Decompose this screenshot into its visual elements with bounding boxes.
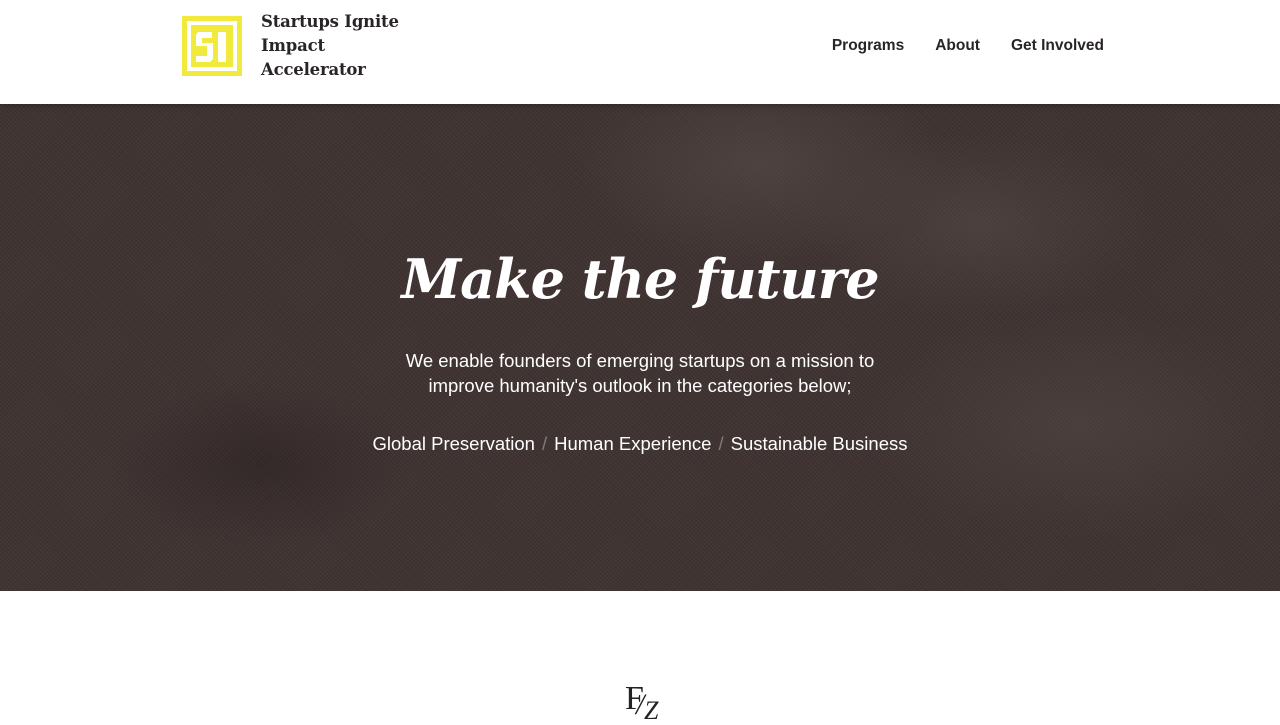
hero-section: Make the future We enable founders of em…: [0, 104, 1280, 591]
category-global-preservation[interactable]: Global Preservation: [373, 431, 535, 457]
site-header: Startups Ignite Impact Accelerator Progr…: [0, 0, 1280, 104]
si-logo-icon: [182, 16, 242, 76]
nav-get-involved[interactable]: Get Involved: [1011, 37, 1104, 55]
category-sustainable-business[interactable]: Sustainable Business: [731, 431, 908, 457]
category-human-experience[interactable]: Human Experience: [554, 431, 711, 457]
hero-description: We enable founders of emerging startups …: [405, 350, 875, 396]
category-links: Global Preservation / Human Experience /…: [0, 431, 1280, 457]
nav-programs[interactable]: Programs: [832, 37, 904, 55]
fz-monogram-logo: F / Z: [620, 680, 662, 724]
hero-title: Make the future: [401, 247, 879, 311]
monogram-letter-z: Z: [644, 696, 659, 725]
brand-name-line1: Startups Ignite: [261, 12, 399, 31]
brand-name: Startups Ignite Impact Accelerator: [261, 10, 431, 82]
main-nav: Programs About Get Involved: [832, 34, 1104, 58]
brand-home-link[interactable]: Startups Ignite Impact Accelerator: [182, 12, 431, 79]
category-separator: /: [718, 433, 724, 454]
category-separator: /: [541, 433, 548, 454]
nav-about[interactable]: About: [935, 37, 980, 55]
brand-name-line2: Impact Accelerator: [261, 36, 366, 79]
